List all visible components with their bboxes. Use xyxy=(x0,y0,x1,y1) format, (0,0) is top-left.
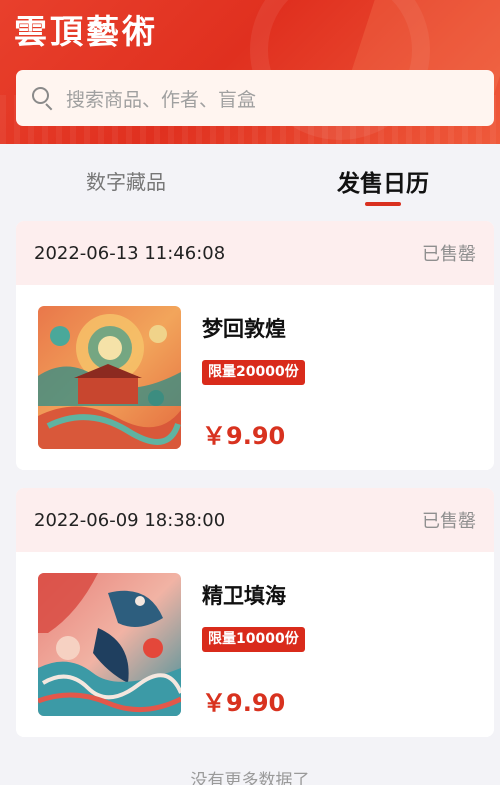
release-card-header: 2022-06-09 18:38:00 已售罄 xyxy=(16,488,494,552)
artwork-name: 梦回敦煌 xyxy=(202,317,286,341)
tab-release-calendar[interactable]: 发售日历 xyxy=(337,164,429,198)
search-icon xyxy=(32,87,54,111)
artwork-thumbnail[interactable] xyxy=(38,573,181,716)
active-tab-indicator xyxy=(365,202,401,206)
artwork-name: 精卫填海 xyxy=(202,584,286,608)
release-card-body: 精卫填海 限量10000份 ￥9.90 xyxy=(16,552,494,737)
brand-logo: 雲頂藝術 xyxy=(14,12,158,51)
header-banner: 雲頂藝術 搜索商品、作者、盲盒 xyxy=(0,0,500,144)
release-card[interactable]: 2022-06-09 18:38:00 已售罄 精卫填海 限量10000份 ￥9… xyxy=(16,488,494,737)
no-more-data-text: 没有更多数据了 xyxy=(190,771,310,785)
release-datetime: 2022-06-13 11:46:08 xyxy=(34,242,226,264)
tab-bar: 数字藏品 发售日历 xyxy=(0,144,500,214)
search-input[interactable]: 搜索商品、作者、盲盒 xyxy=(16,70,494,126)
artwork-thumbnail[interactable] xyxy=(38,306,181,449)
release-card-body: 梦回敦煌 限量20000份 ￥9.90 xyxy=(16,285,494,470)
release-card[interactable]: 2022-06-13 11:46:08 已售罄 梦回敦煌 限量20000份 ￥9… xyxy=(16,221,494,470)
price: ￥9.90 xyxy=(202,689,286,717)
limit-badge: 限量20000份 xyxy=(202,360,305,385)
price: ￥9.90 xyxy=(202,422,286,450)
search-placeholder: 搜索商品、作者、盲盒 xyxy=(66,88,257,111)
status-badge: 已售罄 xyxy=(422,244,476,265)
tab-digital-collectibles[interactable]: 数字藏品 xyxy=(86,166,166,195)
status-badge: 已售罄 xyxy=(422,511,476,532)
release-card-header: 2022-06-13 11:46:08 已售罄 xyxy=(16,221,494,285)
limit-badge: 限量10000份 xyxy=(202,627,305,652)
release-datetime: 2022-06-09 18:38:00 xyxy=(34,509,226,531)
